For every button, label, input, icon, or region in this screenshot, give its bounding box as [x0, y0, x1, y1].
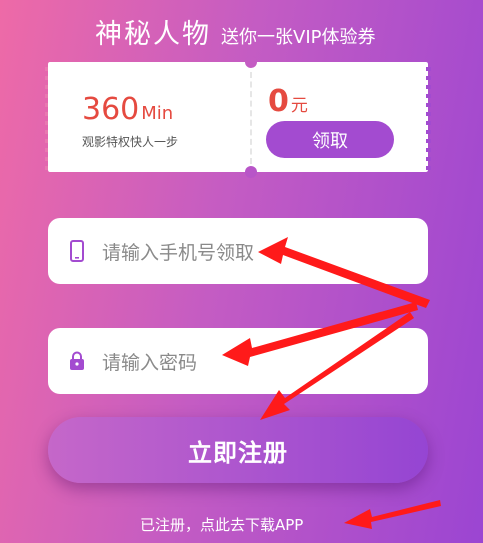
ticket-notch-top [245, 56, 257, 68]
phone-field[interactable]: 请输入手机号领取 [48, 218, 428, 284]
ticket-notch-bottom [245, 166, 257, 178]
ticket-divider [250, 72, 252, 164]
ticket-price: 0 元 [268, 84, 308, 119]
phone-input-placeholder: 请输入手机号领取 [102, 241, 255, 264]
ticket-duration-value: 360 [82, 92, 140, 127]
lock-icon [66, 348, 88, 374]
page-subtitle: 送你一张VIP体验券 [221, 27, 376, 48]
claim-button[interactable]: 领取 [266, 121, 394, 158]
register-button[interactable]: 立即注册 [48, 417, 428, 483]
download-app-link[interactable]: 已注册，点此去下载APP [140, 514, 303, 535]
password-field[interactable]: 请输入密码 [48, 328, 428, 394]
phone-icon [66, 238, 88, 264]
ticket-duration-unit: Min [141, 103, 174, 124]
password-input-placeholder: 请输入密码 [102, 351, 198, 374]
ticket-description: 观影特权快人一步 [82, 135, 179, 149]
ticket-duration: 360 Min [82, 92, 173, 127]
page-title: 神秘人物 [95, 19, 211, 50]
annotation-arrow-to-download [344, 500, 441, 529]
header: 神秘人物 送你一张VIP体验券 [95, 12, 375, 51]
ticket-perforation-right [426, 62, 431, 172]
ticket-price-unit: 元 [290, 96, 308, 116]
ticket-price-value: 0 [268, 84, 289, 119]
